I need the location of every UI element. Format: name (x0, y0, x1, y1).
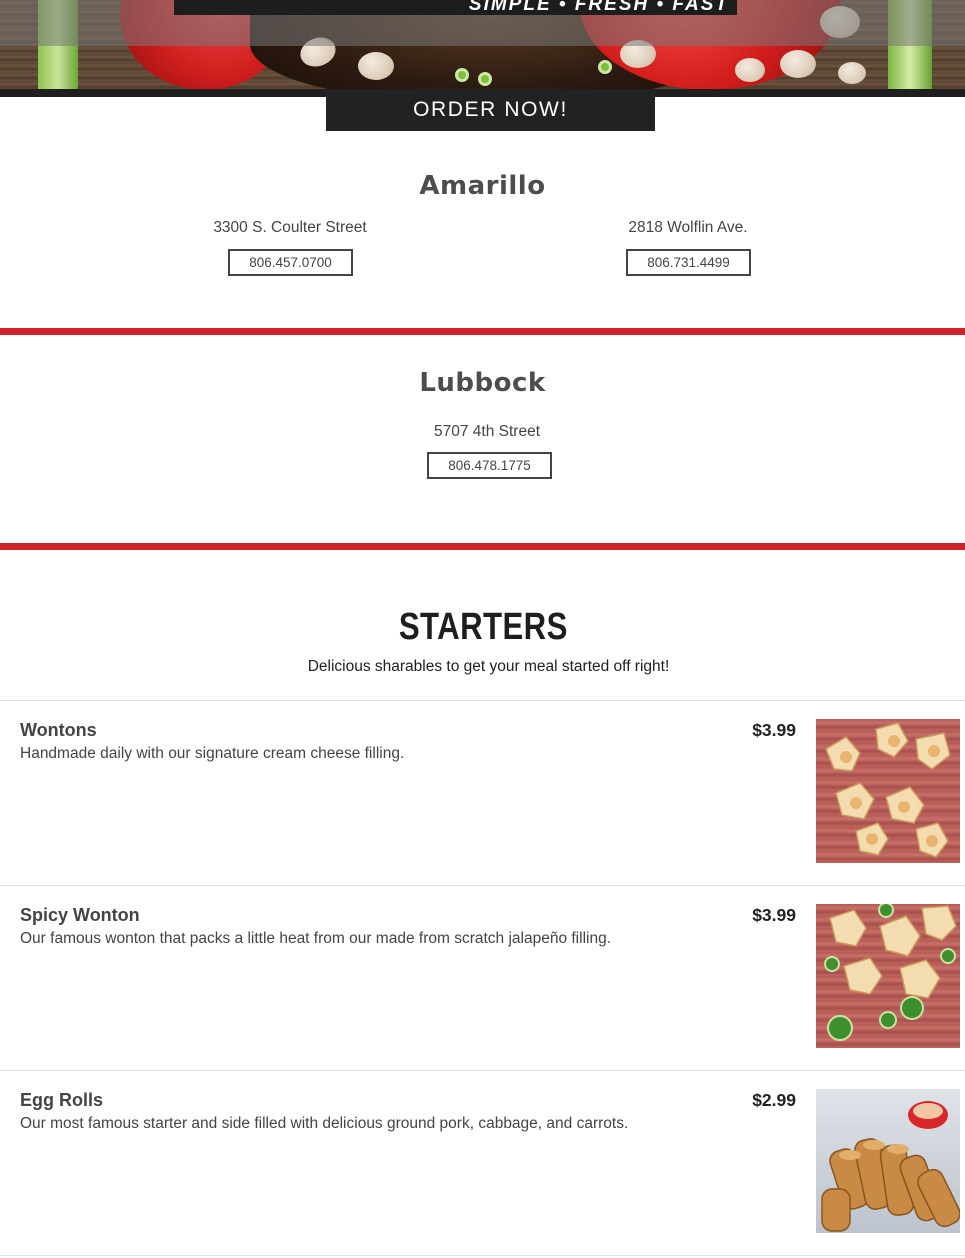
city-heading-amarillo: Amarillo (419, 171, 546, 201)
menu-item-price: $2.99 (752, 1090, 796, 1110)
menu-item-price: $3.99 (752, 720, 796, 740)
store-phone-button[interactable]: 806.478.1775 (427, 452, 552, 479)
store-phone-button[interactable]: 806.457.0700 (228, 249, 353, 276)
section-subtitle: Delicious sharables to get your meal sta… (307, 658, 670, 675)
menu-item[interactable]: Spicy Wonton Our famous wonton that pack… (0, 885, 965, 1070)
hero-tagline: SIMPLE • FRESH • FAST (468, 0, 729, 15)
section-divider (0, 328, 965, 335)
hero-scallion (598, 60, 612, 74)
wonton-photo (816, 719, 960, 863)
menu-item-name: Egg Rolls (20, 1090, 104, 1110)
store-address: 2818 Wolflin Ave. (628, 219, 748, 236)
menu-item-name: Spicy Wonton (20, 905, 140, 925)
egg-roll-photo (816, 1089, 960, 1233)
menu-item[interactable]: Wontons Handmade daily with our signatur… (0, 700, 965, 885)
city-heading-lubbock: Lubbock (419, 368, 546, 398)
order-now-button[interactable]: ORDER NOW! (326, 89, 655, 131)
store-address: 3300 S. Coulter Street (213, 219, 367, 236)
spicy-wonton-photo (816, 904, 960, 1048)
hero-mushroom (358, 52, 394, 80)
hero-mushroom (735, 58, 765, 82)
store-address: 5707 4th Street (434, 423, 540, 440)
hero-scallion (455, 68, 469, 82)
section-title-starters: STARTERS (398, 606, 568, 648)
hero-mushroom (838, 62, 866, 84)
hero-mushroom (780, 50, 816, 78)
menu-item-description: Our famous wonton that packs a little he… (20, 930, 612, 947)
section-divider (0, 543, 965, 550)
menu-item-name: Wontons (20, 720, 97, 740)
hero-banner-image: SIMPLE • FRESH • FAST (0, 0, 965, 97)
menu-item[interactable]: Egg Rolls Our most famous starter and si… (0, 1070, 965, 1255)
menu-item-description: Our most famous starter and side filled … (20, 1115, 629, 1132)
menu-item-description: Handmade daily with our signature cream … (20, 745, 405, 762)
hero-scallion (478, 72, 492, 86)
menu-item-price: $3.99 (752, 905, 796, 925)
hero-tagline-banner: SIMPLE • FRESH • FAST (174, 0, 737, 15)
menu-list-end-divider (0, 1255, 965, 1256)
store-phone-button[interactable]: 806.731.4499 (626, 249, 751, 276)
